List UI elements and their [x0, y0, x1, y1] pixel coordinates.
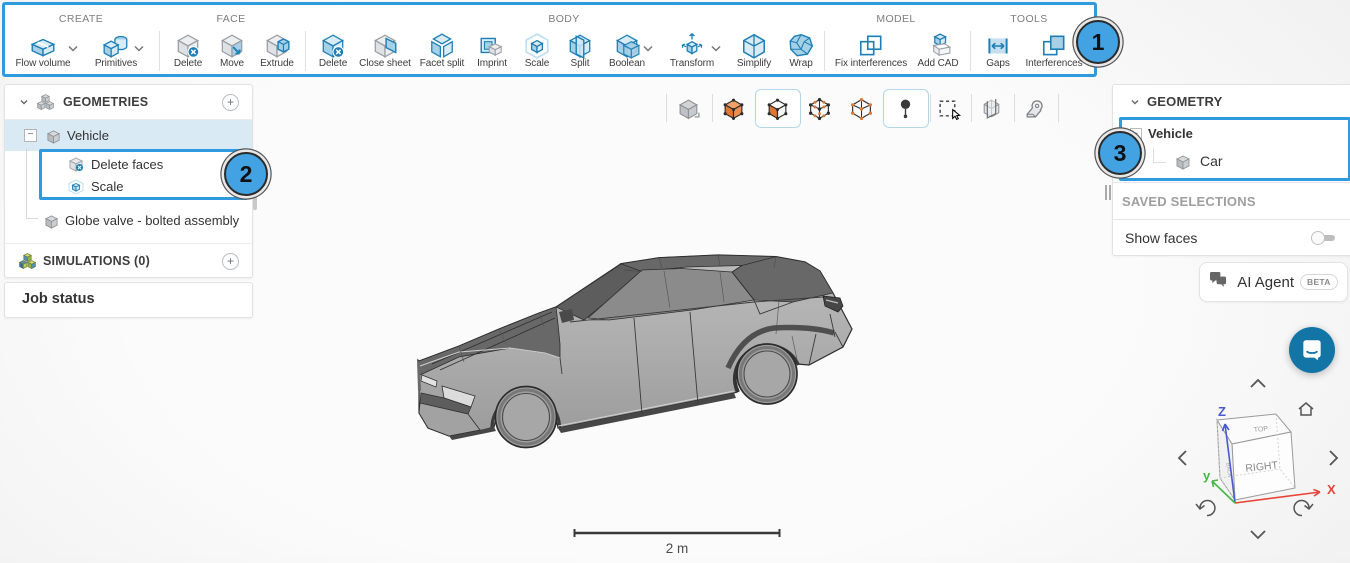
svg-text:X: X [1327, 482, 1336, 497]
svg-text:y: y [1203, 468, 1211, 483]
svg-text:2 m: 2 m [666, 541, 689, 556]
svg-text:Z: Z [1218, 404, 1226, 419]
